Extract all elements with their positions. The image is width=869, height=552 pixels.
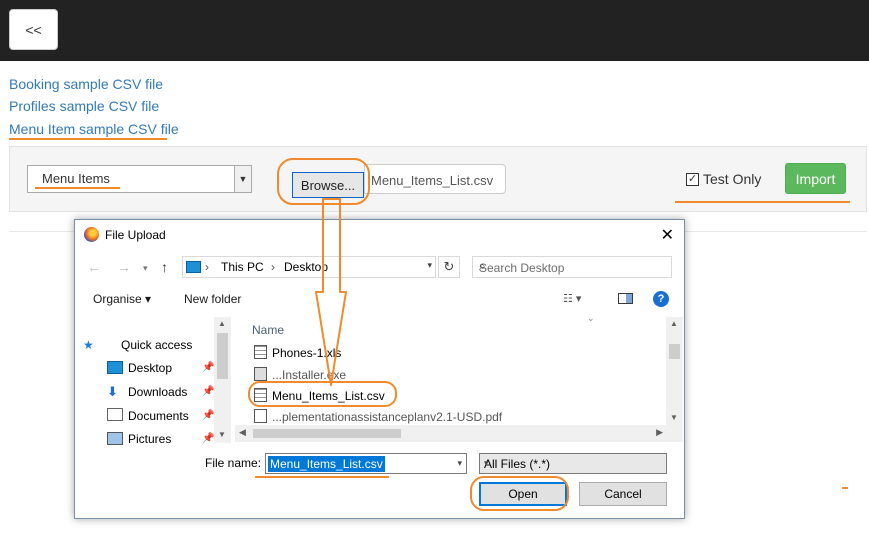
annotation-arrow	[315, 198, 347, 386]
page: << Booking sample CSV file Profiles samp…	[0, 0, 869, 552]
